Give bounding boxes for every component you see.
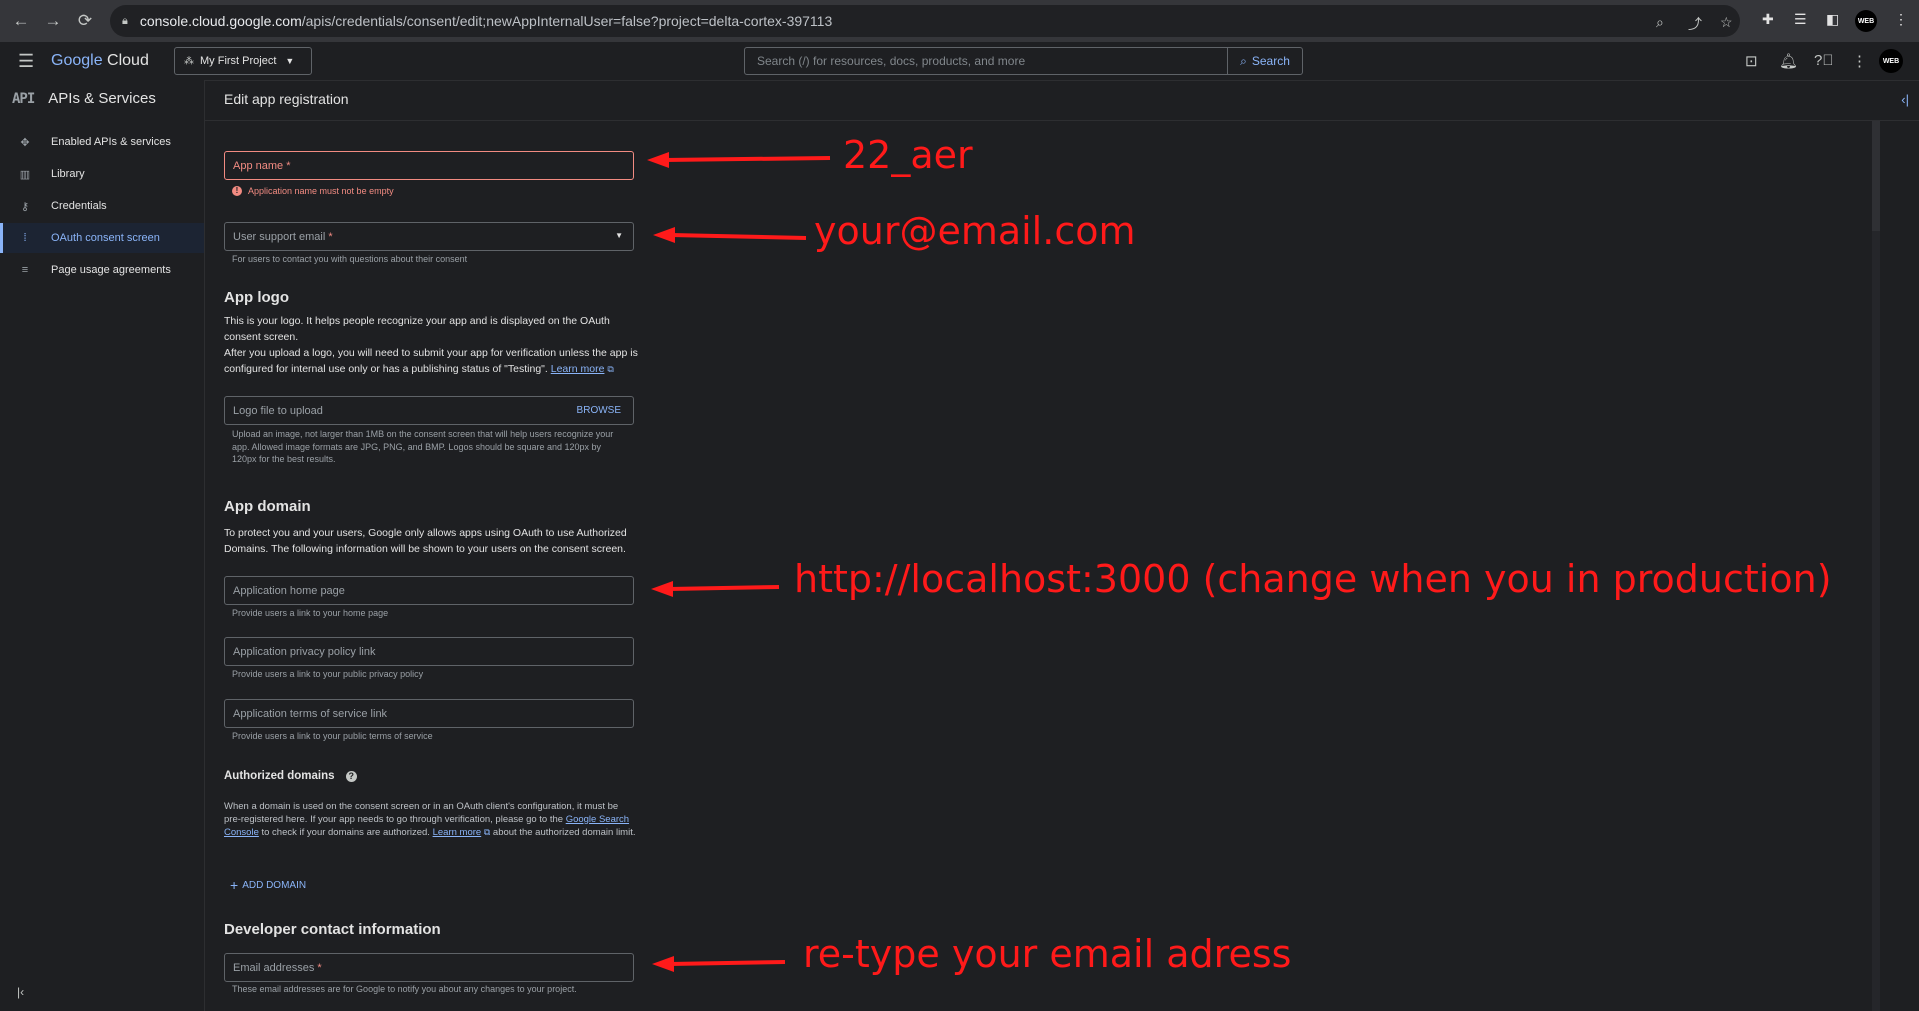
console-header: ☰ Google Cloud ⁂ My First Project ▼ Sear…	[0, 42, 1919, 81]
sidebar-title: API APIs & Services	[12, 90, 156, 107]
back-icon[interactable]: ←	[10, 10, 32, 32]
library-icon: ▥	[19, 168, 31, 181]
user-support-email-select[interactable]: User support email * ▼	[224, 222, 634, 251]
sidebar: API APIs & Services ✥ Enabled APIs & ser…	[0, 80, 205, 1011]
search-icon: ⌕	[1240, 53, 1247, 68]
key-icon: ⚷	[20, 200, 30, 213]
browser-toolbar: ← → ⟳ 🔒︎ console.cloud.google.com/apis/c…	[0, 0, 1919, 42]
browse-button[interactable]: BROWSE	[577, 405, 621, 416]
cloud-shell-icon[interactable]: ⊡	[1745, 52, 1758, 70]
diamond-icon: ✥	[20, 136, 30, 149]
sidebar-item-credentials[interactable]: ⚷ Credentials	[0, 191, 204, 221]
annotation-arrow-dev-email	[652, 956, 786, 972]
help-icon[interactable]: ?⃝	[1814, 52, 1834, 69]
learn-more-link[interactable]: Learn more	[433, 827, 482, 838]
sidebar-item-oauth-consent[interactable]: ⁞ OAuth consent screen	[0, 223, 204, 253]
app-name-error: ! Application name must not be empty	[232, 186, 394, 196]
extensions-icon[interactable]: ✚	[1762, 11, 1774, 28]
lock-icon[interactable]: 🔒︎	[122, 15, 128, 28]
reading-list-icon[interactable]: ☰	[1794, 11, 1807, 28]
account-avatar[interactable]: WEB	[1879, 49, 1903, 73]
sidebar-item-library[interactable]: ▥ Library	[0, 159, 204, 189]
google-cloud-logo[interactable]: Google Cloud	[51, 52, 149, 70]
logo-upload-hint: Upload an image, not larger than 1MB on …	[232, 429, 614, 465]
scrollbar-track[interactable]	[1872, 121, 1880, 1011]
expand-panel-icon[interactable]: ‹|	[1901, 92, 1909, 107]
annotation-app-name: 22_aer	[843, 133, 973, 177]
learn-more-link[interactable]: Learn more	[551, 363, 605, 375]
terms-of-service-input[interactable]: Application terms of service link	[224, 699, 634, 728]
home-page-hint: Provide users a link to your home page	[232, 608, 389, 618]
more-options-icon[interactable]: ⋮	[1852, 52, 1867, 70]
add-domain-button[interactable]: + ADD DOMAIN	[230, 877, 306, 893]
application-home-page-input[interactable]: Application home page	[224, 576, 634, 605]
app-logo-description: This is your logo. It helps people recog…	[224, 315, 638, 375]
api-icon: API	[12, 90, 35, 107]
authorized-domains-description: When a domain is used on the consent scr…	[224, 801, 636, 839]
authorized-domains-heading: Authorized domains ?	[224, 770, 357, 782]
support-email-hint: For users to contact you with questions …	[232, 254, 468, 264]
sidebar-item-enabled-apis[interactable]: ✥ Enabled APIs & services	[0, 127, 204, 157]
annotation-email: your@email.com	[814, 209, 1136, 253]
page-header: Edit app registration ‹|	[205, 80, 1919, 121]
project-name: My First Project	[200, 55, 277, 67]
reload-icon[interactable]: ⟳	[74, 10, 96, 32]
logo-file-input[interactable]: Logo file to upload BROWSE	[224, 396, 634, 425]
sidebar-item-page-usage[interactable]: ≡ Page usage agreements	[0, 255, 204, 285]
annotation-home-page: http://localhost:3000 (change when you i…	[794, 557, 1832, 601]
search-input[interactable]: Search (/) for resources, docs, products…	[744, 47, 1230, 75]
dropdown-arrow-icon: ▼	[615, 231, 623, 240]
developer-email-input[interactable]: Email addresses *	[224, 953, 634, 982]
privacy-policy-hint: Provide users a link to your public priv…	[232, 669, 424, 679]
settings-list-icon: ≡	[21, 264, 29, 276]
external-link-icon: ⧉	[607, 364, 614, 374]
search-placeholder: Search (/) for resources, docs, products…	[757, 54, 1026, 68]
browser-profile-avatar[interactable]: WEB	[1855, 10, 1877, 32]
annotation-arrow-home-page	[651, 581, 780, 597]
annotation-dev-email: re-type your email adress	[803, 932, 1292, 976]
page-title: Edit app registration	[224, 91, 349, 107]
developer-contact-heading: Developer contact information	[224, 921, 441, 938]
external-link-icon: ⧉	[483, 827, 491, 838]
url-text: console.cloud.google.com/apis/credential…	[139, 13, 833, 29]
annotation-arrow-app-name	[647, 152, 831, 168]
bookmark-star-icon[interactable]: ☆	[1720, 14, 1733, 31]
project-picker[interactable]: ⁂ My First Project ▼	[174, 47, 312, 75]
notifications-icon[interactable]: 🔔︎	[1779, 52, 1798, 70]
annotation-arrow-email	[653, 227, 807, 243]
zoom-icon[interactable]: ⌕	[1656, 14, 1664, 31]
plus-icon: +	[230, 877, 239, 893]
address-bar[interactable]: 🔒︎ console.cloud.google.com/apis/credent…	[110, 5, 1740, 37]
help-icon[interactable]: ?	[345, 771, 357, 782]
app-domain-description: To protect you and your users, Google on…	[224, 527, 627, 555]
app-domain-heading: App domain	[224, 498, 311, 515]
hamburger-menu-icon[interactable]: ☰	[18, 51, 34, 72]
app-logo-heading: App logo	[224, 289, 289, 306]
app-name-field[interactable]: App name *	[224, 151, 634, 180]
search-button[interactable]: ⌕ Search	[1227, 47, 1303, 75]
scrollbar-thumb[interactable]	[1872, 121, 1880, 231]
privacy-policy-input[interactable]: Application privacy policy link	[224, 637, 634, 666]
error-icon: !	[232, 186, 242, 196]
developer-email-hint: These email addresses are for Google to …	[232, 984, 577, 994]
collapse-sidebar-icon[interactable]: |‹	[17, 985, 24, 999]
search-button-label: Search	[1251, 54, 1290, 68]
share-icon[interactable]: ⤴	[1688, 14, 1702, 34]
side-panel-icon[interactable]: ◧	[1826, 11, 1839, 28]
forward-icon[interactable]: →	[42, 10, 64, 32]
caret-down-icon: ▼	[285, 56, 295, 66]
consent-icon: ⁞	[23, 232, 27, 244]
project-icon: ⁂	[184, 55, 194, 67]
terms-of-service-hint: Provide users a link to your public term…	[232, 731, 433, 741]
browser-menu-icon[interactable]: ⋮	[1894, 11, 1908, 28]
